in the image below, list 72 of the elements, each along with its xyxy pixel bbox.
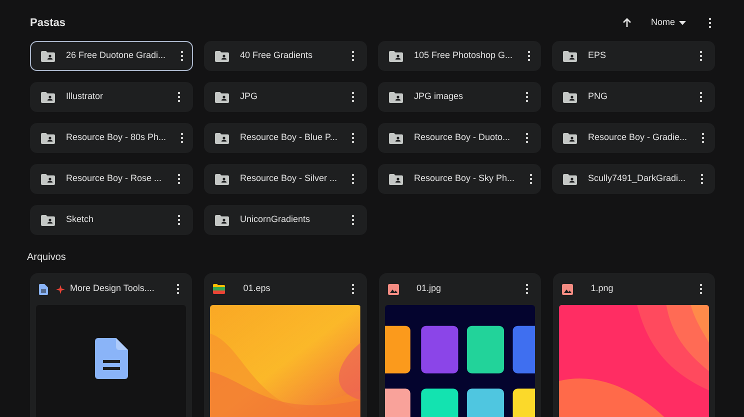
folder-card[interactable]: 105 Free Photoshop G...: [378, 41, 541, 71]
image-icon: [562, 284, 573, 294]
sort-direction-icon[interactable]: [620, 17, 633, 29]
shared-folder-icon: [389, 92, 403, 102]
file-name: 01.eps: [243, 282, 270, 296]
shared-folder-icon: [215, 92, 229, 102]
folder-card[interactable]: Resource Boy - Gradie...: [552, 123, 715, 153]
shared-folder-icon: [41, 50, 55, 62]
folder-card[interactable]: 26 Free Duotone Gradi...: [30, 41, 193, 71]
folder-name: Resource Boy - Duoto...: [414, 131, 510, 144]
shared-folder-icon: [41, 92, 55, 102]
folder-card[interactable]: Sketch: [30, 205, 193, 235]
shared-folder-icon: [563, 92, 577, 102]
image-icon: [388, 284, 398, 294]
folder-name: UnicornGradients: [240, 213, 310, 226]
shared-folder-icon: [389, 174, 403, 184]
folder-card[interactable]: Illustrator: [30, 82, 193, 112]
file-card[interactable]: More Design Tools....: [30, 273, 192, 417]
shared-folder-icon: [41, 132, 55, 144]
folder-name: Resource Boy - Sky Ph...: [414, 172, 515, 186]
folder-name: Resource Boy - 80s Ph...: [66, 131, 166, 144]
document-icon: [94, 338, 128, 378]
shared-folder-icon: [563, 132, 577, 144]
sort-button[interactable]: Nome: [642, 16, 694, 30]
file-name: 01.jpg: [416, 282, 442, 296]
folder-card[interactable]: Scully7491_DarkGradi...: [552, 164, 715, 194]
folder-name: Resource Boy - Rose ...: [66, 172, 162, 186]
folder-name: Resource Boy - Silver ...: [240, 172, 338, 186]
file-card[interactable]: 1.png: [552, 273, 715, 417]
folder-card[interactable]: PNG: [552, 82, 715, 112]
folder-name: JPG images: [414, 90, 464, 104]
shared-folder-icon: [215, 132, 229, 144]
folder-card[interactable]: 40 Free Gradients: [204, 41, 367, 71]
section-title: Arquivos: [27, 250, 66, 264]
folder-name: Illustrator: [66, 90, 104, 104]
folder-card[interactable]: Resource Boy - Rose ...: [30, 164, 193, 194]
folder-card[interactable]: Resource Boy - Silver ...: [204, 164, 367, 194]
shared-folder-icon: [389, 50, 403, 62]
folder-name: JPG: [240, 90, 258, 104]
caret-down-icon: [679, 21, 686, 25]
folder-card[interactable]: EPS: [552, 41, 715, 71]
folder-name: Resource Boy - Blue P...: [240, 131, 338, 144]
folder-card[interactable]: Resource Boy - 80s Ph...: [30, 123, 193, 153]
folder-name: PNG: [588, 90, 608, 104]
folder-name: 105 Free Photoshop G...: [414, 49, 513, 62]
file-name: More Design Tools....: [70, 282, 154, 296]
folder-card[interactable]: Resource Boy - Sky Ph...: [378, 164, 541, 194]
shared-folder-icon: [215, 174, 229, 184]
shared-folder-icon: [41, 174, 55, 184]
file-card[interactable]: 01.jpg: [378, 273, 541, 417]
folder-card[interactable]: JPG: [204, 82, 367, 112]
folder-name: 26 Free Duotone Gradi...: [66, 49, 166, 62]
folder-card[interactable]: Resource Boy - Blue P...: [204, 123, 367, 153]
folder-file-icon: [213, 284, 226, 294]
shared-folder-icon: [41, 214, 55, 226]
shared-folder-icon: [215, 214, 229, 226]
folder-card[interactable]: Resource Boy - Duoto...: [378, 123, 541, 153]
folder-name: Scully7491_DarkGradi...: [588, 172, 686, 186]
shared-folder-icon: [389, 132, 403, 144]
file-card[interactable]: 01.eps: [204, 273, 366, 417]
folder-name: EPS: [588, 49, 606, 62]
folder-card[interactable]: UnicornGradients: [204, 205, 367, 235]
document-icon: [39, 284, 48, 294]
file-name: 1.png: [590, 282, 614, 296]
section-title: Pastas: [30, 16, 66, 31]
shared-folder-icon: [563, 174, 577, 184]
folder-name: 40 Free Gradients: [240, 49, 313, 62]
shared-folder-icon: [563, 50, 577, 62]
folder-name: Sketch: [66, 213, 94, 226]
folder-name: Resource Boy - Gradie...: [588, 131, 688, 144]
folder-card[interactable]: JPG images: [378, 82, 541, 112]
shared-folder-icon: [215, 50, 229, 62]
